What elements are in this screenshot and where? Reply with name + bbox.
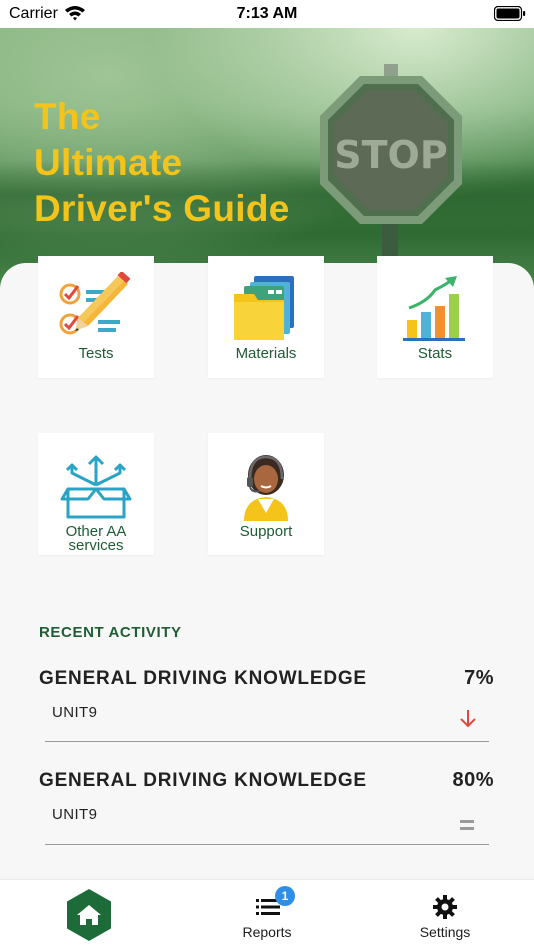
support-agent-icon [244,455,288,521]
title-line-3: Driver's Guide [34,188,290,229]
tile-support[interactable]: Support [208,433,324,555]
app-title: The Ultimate Driver's Guide [34,94,290,232]
tab-home[interactable] [65,880,113,950]
gear-icon [433,895,457,919]
recent-activity-heading: RECENT ACTIVITY [39,624,182,641]
tile-stats-label: Stats [417,345,453,362]
activity-row[interactable]: GENERAL DRIVING KNOWLEDGE 7% UNIT9 [0,667,534,770]
battery-icon [494,6,526,21]
tab-settings-label: Settings [419,924,471,940]
activity-row[interactable]: GENERAL DRIVING KNOWLEDGE 80% UNIT9 [0,769,534,872]
tile-other-aa-services[interactable]: Other AA services [38,433,154,555]
tile-materials[interactable]: Materials [208,256,324,378]
hero-banner: STOP The Ultimate Driver's Guide [0,0,534,300]
tab-reports-label: Reports [242,924,292,940]
reports-badge: 1 [275,886,295,906]
activity-divider [45,844,489,845]
stop-sign-image: STOP [320,64,462,264]
trend-equal-icon [460,820,474,830]
activity-score: 7% [464,667,494,689]
trend-down-arrow-icon [460,710,476,728]
home-icon [67,889,111,941]
checklist-pencil-icon [59,272,131,335]
status-bar: Carrier 7:13 AM [0,0,534,28]
activity-title: GENERAL DRIVING KNOWLEDGE [39,668,367,689]
tile-stats[interactable]: Stats [377,256,493,378]
status-time: 7:13 AM [236,5,298,22]
title-line-1: The [34,96,101,137]
box-arrows-icon [60,455,132,519]
tab-reports[interactable]: Reports [222,880,312,950]
tile-support-label: Support [239,523,293,540]
bar-chart-growth-icon [403,276,465,341]
tile-tests-label: Tests [78,345,114,362]
tab-bar: Reports 1 Settings [0,879,534,950]
tile-tests[interactable]: Tests [38,256,154,378]
stop-sign-text: STOP [334,133,447,177]
tile-other-aa-services-label: Other AA services [38,524,154,554]
folders-icon [234,276,294,340]
tile-other-aa-line2: services [68,537,124,554]
tile-materials-label: Materials [235,345,297,362]
activity-score: 80% [452,769,494,791]
title-line-2: Ultimate [34,142,183,183]
activity-title: GENERAL DRIVING KNOWLEDGE [39,770,367,791]
activity-divider [45,741,489,742]
activity-unit: UNIT9 [52,806,98,823]
activity-unit: UNIT9 [52,704,98,721]
app-screen: STOP The Ultimate Driver's Guide Carrier… [0,0,534,950]
tab-settings[interactable]: Settings [400,880,490,950]
